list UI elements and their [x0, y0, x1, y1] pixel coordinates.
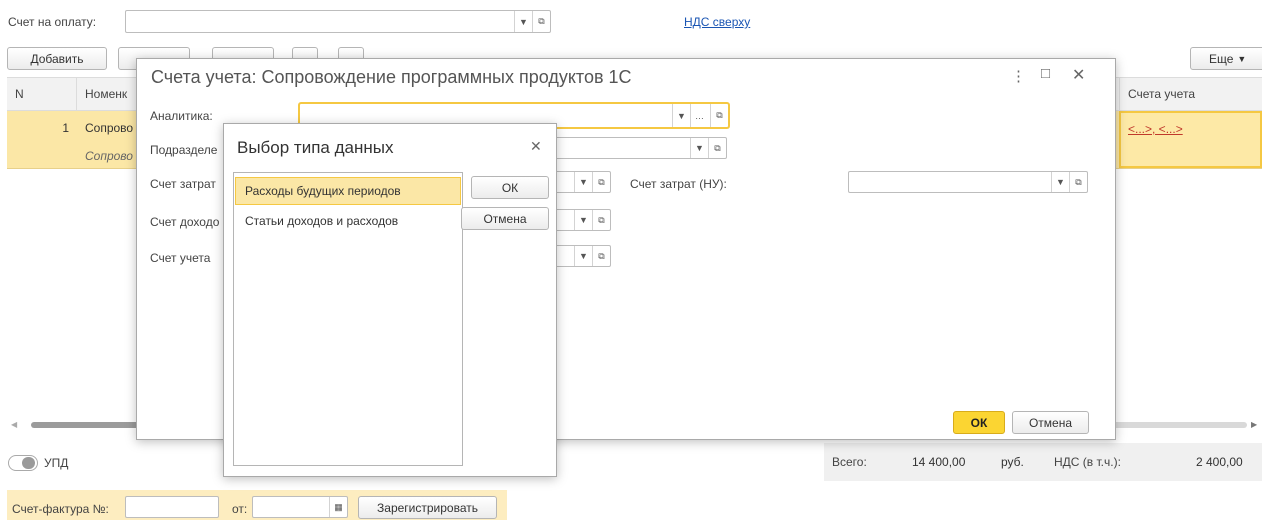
- type-selection-dialog: Выбор типа данных ✕ Расходы будущих пери…: [223, 123, 557, 477]
- more-label: Еще: [1209, 51, 1234, 66]
- total-label: Всего:: [832, 455, 867, 469]
- toggle-knob: [22, 457, 35, 469]
- more-button[interactable]: Еще ▼: [1190, 47, 1262, 70]
- chevron-down-icon: ▼: [1237, 53, 1247, 64]
- type-cancel-button[interactable]: Отмена: [461, 207, 549, 230]
- upd-toggle[interactable]: [8, 455, 38, 471]
- scroll-thumb[interactable]: [31, 422, 141, 428]
- add-button[interactable]: Добавить: [7, 47, 107, 70]
- accounts-link[interactable]: <...>, <...>: [1128, 122, 1183, 136]
- totals-panel: Всего: 14 400,00 руб. НДС (в т.ч.): 2 40…: [824, 443, 1262, 481]
- column-nomenclature[interactable]: Номенк: [77, 78, 137, 110]
- invoice-label: Счет на оплату:: [8, 15, 97, 29]
- scroll-right-icon[interactable]: ▶: [1251, 420, 1257, 429]
- account-label: Счет учета: [150, 251, 211, 265]
- chevron-down-icon[interactable]: ▼: [574, 172, 592, 192]
- chevron-down-icon[interactable]: ▼: [514, 11, 532, 32]
- more-actions-icon[interactable]: ⋮: [1011, 67, 1026, 85]
- analytics-label: Аналитика:: [150, 109, 213, 123]
- row-nomenclature-sub: Сопрово: [85, 149, 133, 163]
- register-button[interactable]: Зарегистрировать: [358, 496, 497, 519]
- invoice-no-field[interactable]: [125, 496, 219, 518]
- calendar-icon[interactable]: ▦: [329, 497, 347, 517]
- upd-label: УПД: [44, 456, 69, 470]
- scroll-track: [1107, 422, 1247, 428]
- maximize-icon[interactable]: □: [1041, 65, 1050, 82]
- list-item[interactable]: Расходы будущих периодов: [235, 177, 461, 205]
- invoice-date-field[interactable]: ▦: [252, 496, 348, 518]
- department-label: Подразделе: [150, 143, 218, 157]
- vat-on-top-link[interactable]: НДС сверху: [684, 15, 750, 29]
- type-ok-button[interactable]: ОК: [471, 176, 549, 199]
- chevron-down-icon[interactable]: ▼: [672, 104, 690, 127]
- type-dialog-title: Выбор типа данных: [237, 138, 394, 157]
- cancel-button[interactable]: Отмена: [1012, 411, 1089, 434]
- invoice-field[interactable]: ▼ ⧉: [125, 10, 551, 33]
- chevron-down-icon[interactable]: ▼: [574, 246, 592, 266]
- vat-label: НДС (в т.ч.):: [1054, 455, 1121, 469]
- chevron-down-icon[interactable]: ▼: [690, 138, 708, 158]
- open-icon[interactable]: ⧉: [708, 138, 726, 158]
- accounts-dialog-title: Счета учета: Сопровождение программных п…: [151, 67, 632, 87]
- list-item[interactable]: Статьи доходов и расходов: [235, 207, 461, 235]
- account-field[interactable]: ▼ ⧉: [549, 245, 611, 267]
- open-icon[interactable]: ⧉: [592, 172, 610, 192]
- type-list[interactable]: Расходы будущих периодов Статьи доходов …: [233, 172, 463, 466]
- row-nomenclature: Сопрово: [85, 121, 134, 135]
- row-number: 1: [62, 121, 69, 135]
- ok-button[interactable]: ОК: [953, 411, 1005, 434]
- currency-label: руб.: [1001, 455, 1024, 469]
- from-label: от:: [232, 502, 248, 516]
- open-icon[interactable]: ⧉: [532, 11, 550, 32]
- income-account-field[interactable]: ▼ ⧉: [549, 209, 611, 231]
- total-value: 14 400,00: [912, 455, 966, 469]
- open-icon[interactable]: ⧉: [592, 246, 610, 266]
- open-icon[interactable]: ⧉: [710, 104, 728, 127]
- chevron-down-icon[interactable]: ▼: [574, 210, 592, 230]
- chevron-down-icon[interactable]: ▼: [1051, 172, 1069, 192]
- invoice-registration-panel: Счет-фактура №: от: ▦ Зарегистрировать: [7, 490, 507, 520]
- cost-account-tax-field[interactable]: ▼ ⧉: [848, 171, 1088, 193]
- scroll-left-icon[interactable]: ◀: [11, 420, 17, 429]
- department-field[interactable]: ▼ ⧉: [549, 137, 727, 159]
- cost-account-label: Счет затрат: [150, 177, 216, 191]
- open-icon[interactable]: ⧉: [592, 210, 610, 230]
- column-accounts[interactable]: Счета учета: [1119, 78, 1262, 110]
- ellipsis-icon[interactable]: …: [690, 104, 708, 127]
- cost-account-tax-label: Счет затрат (НУ):: [630, 177, 727, 191]
- cost-account-field[interactable]: ▼ ⧉: [549, 171, 611, 193]
- row-accounts-cell[interactable]: <...>, <...>: [1119, 111, 1262, 168]
- column-n[interactable]: N: [7, 78, 77, 110]
- invoice-no-label: Счет-фактура №:: [12, 502, 109, 516]
- close-icon[interactable]: ✕: [530, 138, 542, 155]
- income-account-label: Счет доходо: [150, 215, 220, 229]
- open-icon[interactable]: ⧉: [1069, 172, 1087, 192]
- close-icon[interactable]: ✕: [1072, 65, 1085, 85]
- vat-value: 2 400,00: [1196, 455, 1243, 469]
